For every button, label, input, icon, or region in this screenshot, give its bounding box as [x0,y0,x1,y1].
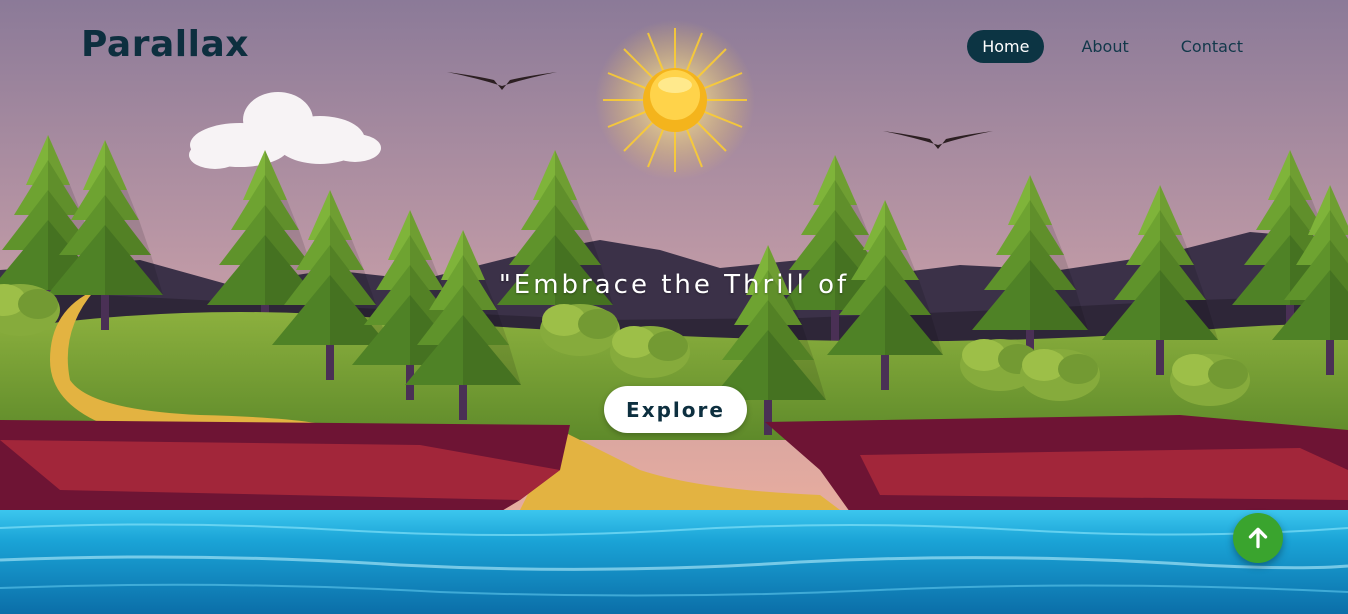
site-logo[interactable]: Parallax [81,24,249,65]
bush [540,304,620,356]
parallax-landscape [0,0,1348,614]
hero-headline: "Embrace the Thrill of [498,270,850,300]
explore-button[interactable]: Explore [604,386,747,433]
bush [1020,349,1100,401]
main-nav: Home About Contact [967,30,1258,63]
nav-item-home[interactable]: Home [967,30,1045,63]
nav-item-contact[interactable]: Contact [1166,30,1258,63]
arrow-up-icon [1248,527,1268,549]
scroll-to-top-button[interactable] [1233,513,1283,563]
nav-item-about[interactable]: About [1066,30,1143,63]
bush [610,326,690,378]
sun-illustration [595,20,755,180]
bush [1170,354,1250,406]
